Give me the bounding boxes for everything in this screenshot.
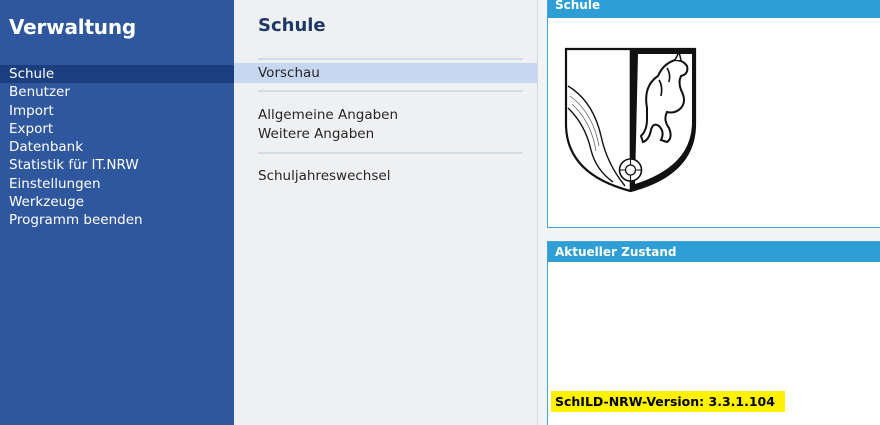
nrw-coat-of-arms-icon — [564, 47, 697, 193]
state-panel: Aktueller Zustand SchILD-NRW-Version: 3.… — [547, 241, 880, 425]
sidebar-menu: Schule Benutzer Import Export Datenbank … — [0, 65, 234, 230]
menu-item-weitere-angaben[interactable]: Weitere Angaben — [258, 124, 374, 144]
sidebar-item-programm-beenden[interactable]: Programm beenden — [0, 211, 234, 229]
sidebar-item-import[interactable]: Import — [0, 102, 234, 120]
school-panel-header: Schule — [548, 0, 880, 18]
divider — [258, 90, 523, 92]
sidebar-item-einstellungen[interactable]: Einstellungen — [0, 175, 234, 193]
state-panel-header: Aktueller Zustand — [548, 242, 880, 262]
version-label: SchILD-NRW-Version: 3.3.1.104 — [551, 391, 785, 412]
divider — [258, 152, 523, 154]
sidebar-item-statistik[interactable]: Statistik für IT.NRW — [0, 156, 234, 174]
sidebar-title: Verwaltung — [9, 15, 136, 39]
sidebar-item-export[interactable]: Export — [0, 120, 234, 138]
sidebar: Verwaltung Schule Benutzer Import Export… — [0, 0, 234, 425]
menu-item-vorschau[interactable]: Vorschau — [234, 63, 537, 83]
sidebar-item-schule[interactable]: Schule — [0, 65, 234, 84]
menu-item-allgemeine-angaben[interactable]: Allgemeine Angaben — [258, 105, 398, 125]
divider — [258, 58, 523, 60]
section-panel: Schule Vorschau Allgemeine Angaben Weite… — [234, 0, 537, 425]
school-panel: Schule — [547, 0, 880, 228]
menu-item-schuljahreswechsel[interactable]: Schuljahreswechsel — [258, 166, 390, 186]
preview-area: Schule Aktueller Zustand SchILD-NRW-Vers… — [537, 0, 880, 425]
sidebar-item-werkzeuge[interactable]: Werkzeuge — [0, 193, 234, 211]
section-title: Schule — [258, 15, 326, 36]
sidebar-item-benutzer[interactable]: Benutzer — [0, 83, 234, 101]
sidebar-item-datenbank[interactable]: Datenbank — [0, 138, 234, 156]
